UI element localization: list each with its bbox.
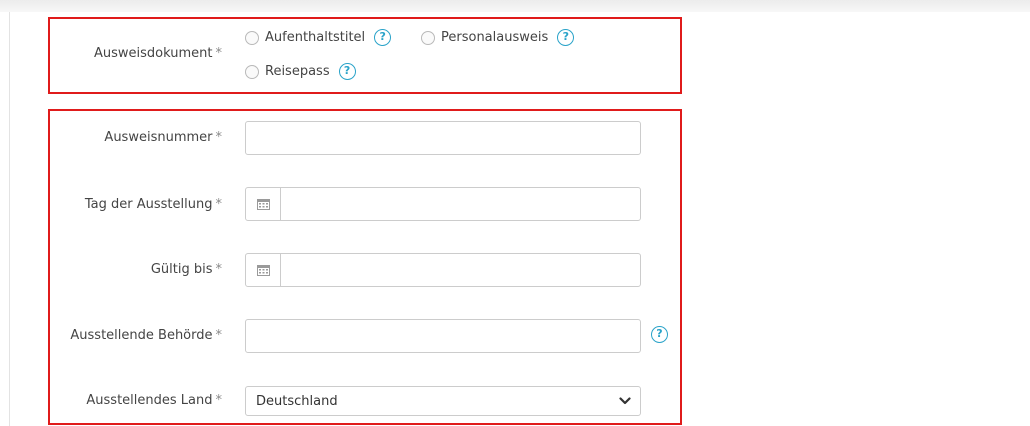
issuing-authority-input[interactable]: [245, 319, 641, 353]
radio-option-aufenthaltstitel[interactable]: Aufenthaltstitel ?: [245, 29, 392, 46]
issue-date-field: [245, 187, 641, 221]
document-type-label: Ausweisdokument *: [94, 46, 222, 61]
help-icon[interactable]: ?: [338, 63, 356, 80]
valid-until-label: Gültig bis *: [150, 262, 222, 277]
radio-option-personalausweis[interactable]: Personalausweis ?: [421, 29, 575, 46]
help-icon[interactable]: ?: [374, 29, 392, 46]
issue-date-label: Tag der Ausstellung *: [84, 197, 222, 212]
issuing-authority-label: Ausstellende Behörde *: [70, 328, 222, 343]
personalausweis-radio[interactable]: [421, 30, 435, 45]
aufenthaltstitel-label: Aufenthaltstitel: [265, 30, 366, 45]
id-number-input[interactable]: [245, 121, 641, 155]
calendar-icon[interactable]: [246, 254, 281, 286]
chevron-down-icon: [619, 395, 631, 410]
issue-date-input[interactable]: [281, 188, 640, 220]
id-number-label: Ausweisnummer *: [104, 130, 222, 145]
issuing-country-select[interactable]: Deutschland: [245, 386, 641, 416]
reisepass-label: Reisepass: [265, 64, 330, 79]
valid-until-input[interactable]: [281, 254, 640, 286]
aufenthaltstitel-radio[interactable]: [245, 30, 259, 45]
radio-option-reisepass[interactable]: Reisepass ?: [245, 63, 356, 80]
valid-until-field: [245, 253, 641, 287]
issuing-country-value: Deutschland: [256, 393, 338, 409]
help-icon[interactable]: ?: [557, 29, 575, 46]
top-strip: [0, 0, 1030, 12]
help-icon[interactable]: ?: [651, 326, 668, 343]
left-divider: [9, 12, 10, 426]
calendar-icon[interactable]: [246, 188, 281, 220]
issuing-country-label: Ausstellendes Land *: [86, 393, 222, 408]
reisepass-radio[interactable]: [245, 64, 259, 79]
personalausweis-label: Personalausweis: [441, 30, 549, 45]
